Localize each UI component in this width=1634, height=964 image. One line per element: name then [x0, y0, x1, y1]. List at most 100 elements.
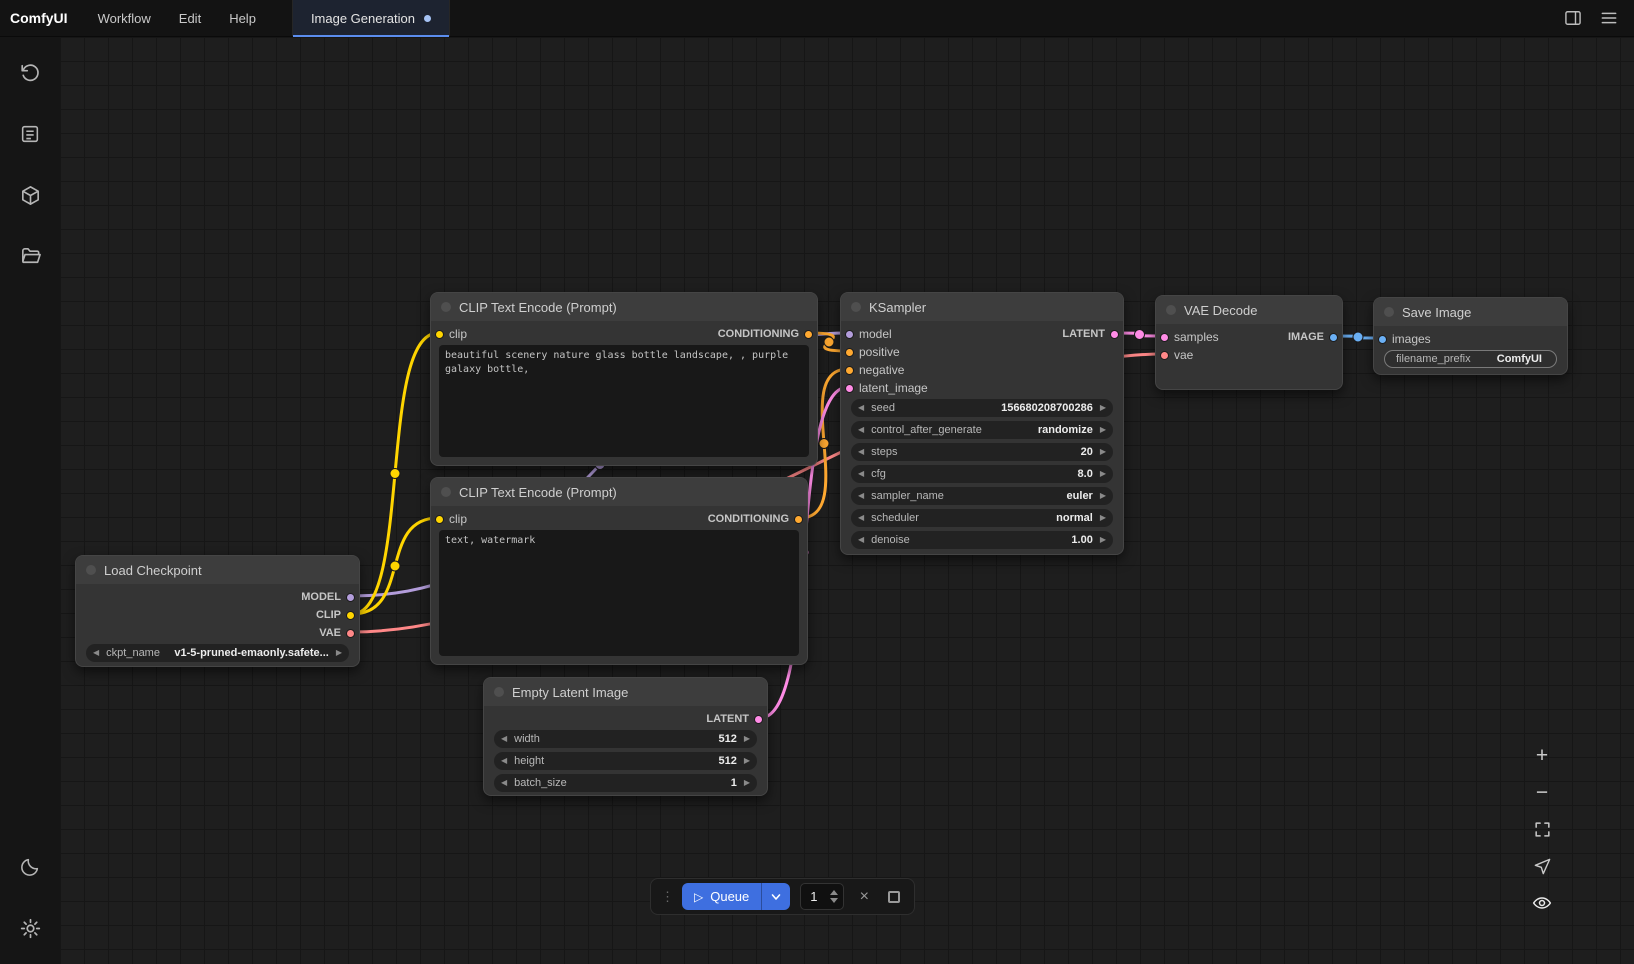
- decrement-arrow-icon[interactable]: ◀: [501, 774, 507, 792]
- negative-conditioning-link-midpoint-dot[interactable]: [819, 439, 829, 449]
- latent-output-port[interactable]: [1110, 330, 1119, 339]
- vae-output-port[interactable]: [346, 629, 355, 638]
- decrement-arrow-icon[interactable]: ◀: [858, 399, 864, 417]
- clip-link-bottom-midpoint-dot[interactable]: [390, 561, 400, 571]
- zoom-in-icon[interactable]: +: [1530, 743, 1554, 767]
- queue-button[interactable]: ▷ Queue: [682, 883, 790, 910]
- decrement-arrow-icon[interactable]: ◀: [93, 644, 99, 662]
- menu-edit[interactable]: Edit: [165, 0, 215, 36]
- image-output-port[interactable]: [1329, 333, 1338, 342]
- node-clip-text-encode-positive[interactable]: CLIP Text Encode (Prompt) clip CONDITION…: [430, 292, 818, 466]
- increment-arrow-icon[interactable]: ▶: [1100, 399, 1106, 417]
- node-graph-canvas[interactable]: Load Checkpoint MODEL CLIP VAE ◀ ckpt_na…: [60, 37, 1634, 964]
- queue-options-caret[interactable]: [761, 883, 790, 910]
- node-save-image[interactable]: Save Image images filename_prefix ComfyU…: [1373, 297, 1568, 375]
- decrement-arrow-icon[interactable]: ◀: [501, 730, 507, 748]
- settings-gear-icon[interactable]: [8, 906, 52, 950]
- widget-filename-prefix[interactable]: filename_prefix ComfyUI: [1384, 350, 1557, 368]
- widget-width[interactable]: ◀ width 512 ▶: [494, 730, 757, 748]
- node-header[interactable]: CLIP Text Encode (Prompt): [431, 478, 807, 506]
- clear-queue-icon[interactable]: ×: [854, 887, 874, 907]
- node-header[interactable]: KSampler: [841, 293, 1123, 321]
- decrement-arrow-icon[interactable]: ◀: [858, 443, 864, 461]
- widget-seed[interactable]: ◀ seed 156680208700286 ▶: [851, 399, 1113, 417]
- widget-denoise[interactable]: ◀ denoise 1.00 ▶: [851, 531, 1113, 549]
- decrement-arrow-icon[interactable]: ◀: [858, 531, 864, 549]
- decrement-arrow-icon[interactable]: ◀: [858, 509, 864, 527]
- toggle-visibility-eye-icon[interactable]: [1530, 891, 1554, 915]
- batch-count-input[interactable]: 1: [800, 883, 844, 910]
- positive-prompt-input[interactable]: beautiful scenery nature glass bottle la…: [439, 345, 809, 457]
- increment-arrow-icon[interactable]: ▶: [744, 752, 750, 770]
- widget-control-after-generate[interactable]: ◀ control_after_generate randomize ▶: [851, 421, 1113, 439]
- workflows-folder-icon[interactable]: [8, 234, 52, 278]
- node-header[interactable]: Load Checkpoint: [76, 556, 359, 584]
- task-queue-icon[interactable]: [8, 112, 52, 156]
- zoom-out-icon[interactable]: −: [1530, 780, 1554, 804]
- node-empty-latent-image[interactable]: Empty Latent Image LATENT ◀ width 512 ▶ …: [483, 677, 768, 796]
- node-collapse-dot[interactable]: [441, 302, 451, 312]
- drag-handle-icon[interactable]: ⋮: [661, 890, 672, 903]
- node-header[interactable]: CLIP Text Encode (Prompt): [431, 293, 817, 321]
- samples-input-port[interactable]: [1160, 333, 1169, 342]
- menu-help[interactable]: Help: [215, 0, 270, 36]
- widget-sampler-name[interactable]: ◀ sampler_name euler ▶: [851, 487, 1113, 505]
- increment-arrow-icon[interactable]: ▶: [1100, 531, 1106, 549]
- clip-output-port[interactable]: [346, 611, 355, 620]
- node-clip-text-encode-negative[interactable]: CLIP Text Encode (Prompt) clip CONDITION…: [430, 477, 808, 665]
- node-collapse-dot[interactable]: [1166, 305, 1176, 315]
- widget-cfg[interactable]: ◀ cfg 8.0 ▶: [851, 465, 1113, 483]
- model-input-port[interactable]: [845, 330, 854, 339]
- select-pan-arrow-icon[interactable]: [1530, 854, 1554, 878]
- increment-arrow-icon[interactable]: ▶: [1100, 421, 1106, 439]
- menu-workflow[interactable]: Workflow: [84, 0, 165, 36]
- node-header[interactable]: VAE Decode: [1156, 296, 1342, 324]
- widget-ckpt-name[interactable]: ◀ ckpt_name v1-5-pruned-emaonly.safete..…: [86, 644, 349, 662]
- image-link-midpoint-dot[interactable]: [1353, 332, 1363, 342]
- samples-link-midpoint-dot[interactable]: [1135, 330, 1145, 340]
- vae-input-port[interactable]: [1160, 351, 1169, 360]
- decrement-arrow-icon[interactable]: ◀: [858, 421, 864, 439]
- node-collapse-dot[interactable]: [86, 565, 96, 575]
- widget-batch-size[interactable]: ◀ batch_size 1 ▶: [494, 774, 757, 792]
- decrement-arrow-icon[interactable]: ◀: [858, 465, 864, 483]
- conditioning-output-port[interactable]: [794, 515, 803, 524]
- increment-arrow-icon[interactable]: ▶: [1100, 465, 1106, 483]
- tab-image-generation[interactable]: Image Generation: [292, 0, 450, 36]
- latent-output-port[interactable]: [754, 715, 763, 724]
- widget-height[interactable]: ◀ height 512 ▶: [494, 752, 757, 770]
- batch-count-steppers[interactable]: [830, 890, 838, 903]
- decrement-arrow-icon[interactable]: ◀: [858, 487, 864, 505]
- latent-image-input-port[interactable]: [845, 384, 854, 393]
- node-collapse-dot[interactable]: [441, 487, 451, 497]
- node-header[interactable]: Save Image: [1374, 298, 1567, 326]
- increment-arrow-icon[interactable]: ▶: [744, 730, 750, 748]
- widget-scheduler[interactable]: ◀ scheduler normal ▶: [851, 509, 1113, 527]
- theme-toggle-icon[interactable]: [8, 845, 52, 889]
- model-library-icon[interactable]: [8, 173, 52, 217]
- widget-steps[interactable]: ◀ steps 20 ▶: [851, 443, 1113, 461]
- node-collapse-dot[interactable]: [1384, 307, 1394, 317]
- node-collapse-dot[interactable]: [494, 687, 504, 697]
- increment-arrow-icon[interactable]: ▶: [1100, 443, 1106, 461]
- node-load-checkpoint[interactable]: Load Checkpoint MODEL CLIP VAE ◀ ckpt_na…: [75, 555, 360, 667]
- toggle-panel-icon[interactable]: [1562, 7, 1584, 29]
- positive-input-port[interactable]: [845, 348, 854, 357]
- clip-input-port[interactable]: [435, 515, 444, 524]
- clip-input-port[interactable]: [435, 330, 444, 339]
- positive-conditioning-link-midpoint-dot[interactable]: [824, 337, 834, 347]
- decrement-arrow-icon[interactable]: ◀: [501, 752, 507, 770]
- model-output-port[interactable]: [346, 593, 355, 602]
- stepper-up-icon[interactable]: [830, 890, 838, 895]
- increment-arrow-icon[interactable]: ▶: [744, 774, 750, 792]
- negative-prompt-input[interactable]: text, watermark: [439, 530, 799, 656]
- increment-arrow-icon[interactable]: ▶: [336, 644, 342, 662]
- fit-view-icon[interactable]: [1530, 817, 1554, 841]
- clip-link-top-midpoint-dot[interactable]: [390, 469, 400, 479]
- workflow-history-icon[interactable]: [8, 51, 52, 95]
- images-input-port[interactable]: [1378, 335, 1387, 344]
- interrupt-stop-icon[interactable]: [884, 887, 904, 907]
- node-vae-decode[interactable]: VAE Decode samples IMAGE vae: [1155, 295, 1343, 390]
- hamburger-menu-icon[interactable]: [1598, 7, 1620, 29]
- conditioning-output-port[interactable]: [804, 330, 813, 339]
